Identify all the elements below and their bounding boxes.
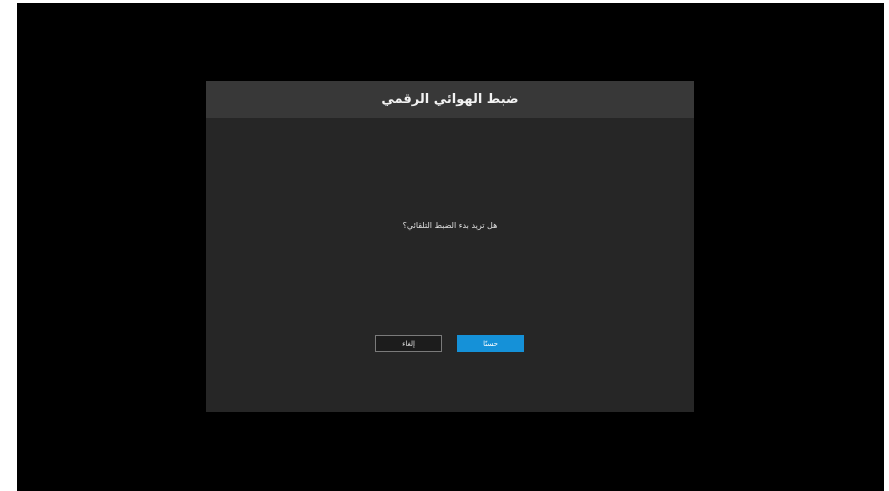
cancel-button[interactable]: إلغاء xyxy=(375,335,442,352)
dialog-message: هل تريد بدء الضبط التلقائي؟ xyxy=(402,221,498,230)
dialog-header: ضبط الهوائي الرقمي xyxy=(206,81,694,118)
dialog-title: ضبط الهوائي الرقمي xyxy=(381,92,519,107)
auto-tune-dialog: ضبط الهوائي الرقمي هل تريد بدء الضبط الت… xyxy=(206,81,694,412)
ok-button[interactable]: حسنًا xyxy=(457,335,524,352)
